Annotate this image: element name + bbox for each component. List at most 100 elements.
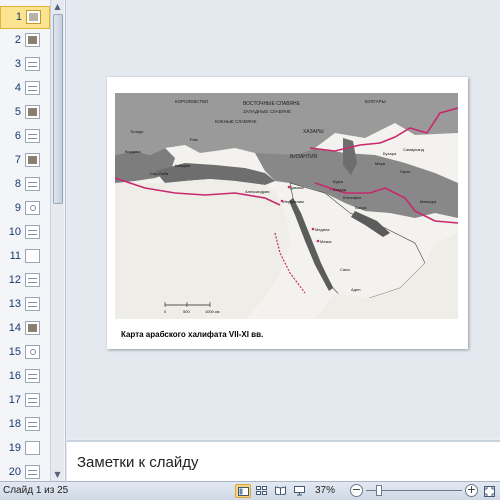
slide-thumbnail[interactable]: 5	[0, 102, 50, 125]
slide-thumbnail-number: 4	[14, 82, 21, 94]
map-city-label: Ктесифон	[343, 195, 361, 200]
slide-canvas[interactable]: ВОСТОЧНЫЕ СЛАВЯНЕ ХАЗАРЫ ВИЗАНТИЯ КОРОЛЕ…	[107, 77, 468, 349]
thumbnail-scrollbar[interactable]: ▲ ▼	[50, 0, 64, 481]
slide-thumbnail-number: 5	[14, 106, 21, 118]
slide-thumbnail[interactable]: 6	[0, 126, 50, 149]
slide-thumbnail[interactable]: 2	[0, 30, 50, 53]
map-city-dot	[280, 199, 284, 203]
normal-view-button[interactable]	[235, 484, 251, 498]
slide-sorter-view-button[interactable]	[254, 484, 270, 498]
slide-thumbnail[interactable]: 1	[0, 6, 50, 29]
slideshow-icon	[294, 486, 305, 496]
map-city-label: Александрия	[245, 189, 269, 194]
map-region-label: ЗАПАДНЫЕ СЛАВЯНЕ	[243, 109, 291, 114]
map-city-dot	[316, 239, 320, 243]
text-thumb-icon	[25, 369, 40, 383]
zoom-slider-thumb[interactable]	[376, 485, 382, 496]
map-city-label: Кордова	[125, 149, 141, 154]
slide-thumbnail[interactable]: 9	[0, 198, 50, 221]
zoom-out-button[interactable]: −	[350, 484, 363, 497]
slide-thumbnail[interactable]: 19	[0, 438, 50, 461]
slide-thumbnail[interactable]: 15	[0, 342, 50, 365]
slide-thumbnail-number: 12	[8, 274, 21, 286]
map-city-label: Мансура	[420, 199, 437, 204]
slide-thumbnail[interactable]: 20	[0, 462, 50, 481]
slide-thumbnail[interactable]: 13	[0, 294, 50, 317]
map-region-label: КОРОЛЕВСТВО	[175, 99, 209, 104]
map-region-label: ХАЗАРЫ	[303, 129, 324, 135]
text-thumb-icon	[25, 417, 40, 431]
slide-thumbnail[interactable]: 12	[0, 270, 50, 293]
slide-counter: Слайд 1 из 25	[3, 485, 69, 496]
map-city-label: Мерв	[375, 161, 385, 166]
text-thumb-icon	[25, 273, 40, 287]
slide-thumbnail-number: 13	[8, 298, 21, 310]
slide-thumbnail-number: 1	[15, 11, 22, 23]
slide-thumbnail-number: 15	[8, 346, 21, 358]
slideshow-view-button[interactable]	[292, 484, 308, 498]
slide-thumbnail-number: 7	[14, 154, 21, 166]
photo-thumb-icon	[25, 105, 40, 119]
map-city-label: Басра	[355, 205, 367, 210]
slide-thumbnail-number: 10	[8, 226, 21, 238]
slide-thumbnail[interactable]: 16	[0, 366, 50, 389]
slide-thumbnail[interactable]: 18	[0, 414, 50, 437]
slide-thumbnail[interactable]: 14	[0, 318, 50, 341]
blank-thumb-icon	[25, 249, 40, 263]
text-thumb-icon	[25, 177, 40, 191]
map-thumb-icon	[26, 10, 41, 24]
zoom-level[interactable]: 37%	[315, 485, 335, 496]
map-region-label: ВОСТОЧНЫЕ СЛАВЯНЕ	[243, 101, 301, 107]
scrollbar-thumb[interactable]	[53, 14, 63, 204]
reading-view-button[interactable]	[273, 484, 289, 498]
slide-thumbnail-number: 16	[8, 370, 21, 382]
map-region-label: ВИЗАНТИЯ	[290, 154, 318, 160]
arab-caliphate-map: ВОСТОЧНЫЕ СЛАВЯНЕ ХАЗАРЫ ВИЗАНТИЯ КОРОЛЕ…	[115, 93, 458, 319]
photo-thumb-icon	[25, 321, 40, 335]
slide-thumbnail[interactable]: 7	[0, 150, 50, 173]
text-thumb-icon	[25, 465, 40, 479]
slide-thumbnail-number: 20	[8, 466, 21, 478]
slide-thumbnail[interactable]: 17	[0, 390, 50, 413]
normal-view-icon	[238, 487, 249, 496]
slide-thumbnail[interactable]: 3	[0, 54, 50, 77]
zoom-in-button[interactable]: +	[465, 484, 478, 497]
slide-thumbnail[interactable]: 10	[0, 222, 50, 245]
notes-placeholder: Заметки к слайду	[77, 454, 199, 471]
scroll-up-arrow-icon[interactable]: ▲	[52, 1, 63, 12]
slide-thumbnail-number: 8	[14, 178, 21, 190]
scroll-down-arrow-icon[interactable]: ▼	[52, 469, 63, 480]
blank-thumb-icon	[25, 441, 40, 455]
map-city-label: Герат	[400, 169, 410, 174]
map-city-dot	[287, 185, 291, 189]
slide-notes-pane[interactable]: Заметки к слайду	[67, 440, 500, 481]
diagram-thumb-icon	[25, 345, 40, 359]
slide-thumbnail[interactable]: 8	[0, 174, 50, 197]
map-city-label: Иерусалим	[283, 199, 304, 204]
map-land-africa	[115, 179, 290, 319]
diagram-thumb-icon	[25, 201, 40, 215]
map-city-label: Куфа	[333, 179, 344, 184]
map-city-label: Аден	[351, 287, 360, 292]
map-city-label: Кайруан	[175, 163, 190, 168]
map-region-label: БУЛГАРЫ	[365, 99, 386, 104]
slide-thumbnail[interactable]: 4	[0, 78, 50, 101]
slide-thumbnail-number: 9	[14, 202, 21, 214]
slide-thumbnail[interactable]: 11	[0, 246, 50, 269]
slide-thumbnail-pane[interactable]: 1 2 3 4 5 6 7 8 9 10 11 12 13 14 15 16 17 18 19 20 ▲ ▼	[0, 0, 66, 481]
map-city-label: Мекка	[320, 239, 332, 244]
map-city-dot	[311, 227, 315, 231]
slide-thumbnail-number: 17	[8, 394, 21, 406]
fit-to-window-icon[interactable]	[483, 485, 496, 498]
text-thumb-icon	[25, 225, 40, 239]
map-city-label: Бухара	[383, 151, 397, 156]
map-city-label: Дамаск	[290, 185, 304, 190]
slide-thumbnail-number: 2	[14, 34, 21, 46]
slide-thumbnail-number: 14	[8, 322, 21, 334]
status-bar: Слайд 1 из 25 37% − +	[0, 481, 500, 500]
map-city-label: Сана	[340, 267, 350, 272]
text-thumb-icon	[25, 393, 40, 407]
slide-sorter-icon	[256, 486, 267, 495]
text-thumb-icon	[25, 81, 40, 95]
map-region-label: ЮЖНЫЕ СЛАВЯНЕ	[215, 119, 257, 124]
